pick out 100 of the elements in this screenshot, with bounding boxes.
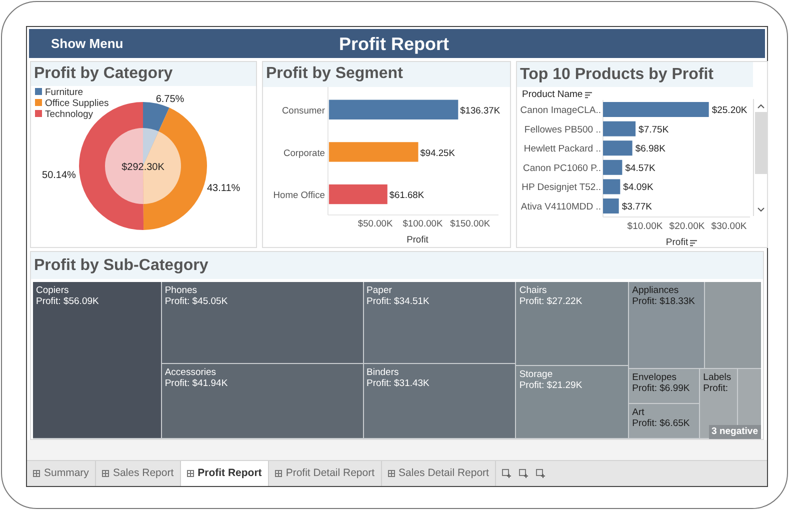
bar [603,179,620,194]
legend-swatch [35,88,42,95]
axis-title: Profit [406,234,428,244]
treemap-tile[interactable]: Phones Profit: $45.05K [162,282,364,364]
tile-label: Phones [164,285,198,296]
tile-label: Storage [519,369,554,380]
axis-tick-label: $150.00K [450,218,490,228]
panel-title: Profit by Segment [266,64,403,84]
tile-label: Appliances [632,285,680,296]
value-label: $6.98K [635,144,666,155]
category-label: Hewlett Packard .. [524,144,601,155]
category-label: Ativa V4110MDD .. [520,202,601,212]
tile-value: Profit: $34.51K [366,296,430,307]
tile-value: Profit: $27.22K [519,296,584,307]
value-label: $61.68K [389,190,424,200]
bar [328,184,388,204]
tile-label: Accessories [164,367,218,378]
sheet-tab[interactable]: Sales Detail Report [382,461,496,486]
value-label: $7.75K [638,124,669,136]
panel-title: Profit by Sub-Category [34,256,208,276]
treemap-tile[interactable]: Appliances Profit: $18.33K [629,282,706,369]
sheet-tab[interactable]: Profit Detail Report [268,461,382,486]
axis-tick-label: $10.00K [627,221,663,232]
sort-icon[interactable] [690,240,697,246]
value-label: $4.57K [625,162,656,174]
treemap-tile[interactable]: Paper Profit: $34.51K [364,282,516,364]
value-label: $136.37K [460,105,500,116]
axis-tick-label: $30.00K [711,221,747,232]
panel-title: Top 10 Products by Profit [520,64,714,84]
tile-label: Binders [366,367,400,378]
grid-icon [102,470,109,477]
treemap-tile[interactable]: Accessories Profit: $41.94K [162,364,364,439]
grid-icon [388,470,395,477]
axis-title: Profit [666,237,688,248]
value-label: $3.77K [622,202,652,212]
treemap-tile[interactable]: Envelopes Profit: $6.99K [629,369,700,404]
treemap-tile[interactable]: Binders Profit: $31.43K [364,364,516,439]
tile-value: Profit: $21.29K [519,380,584,391]
treemap-tile[interactable]: Art Profit: $6.65K [629,404,700,439]
value-label: $94.25K [420,147,455,158]
tile-value: Profit: $18.33K [632,296,696,307]
tile-label: Art [632,407,646,418]
add-sheet-icon[interactable] [518,469,528,478]
negative-count-tooltip: 3 negative [708,425,761,439]
bar [603,198,619,214]
bar [603,121,636,136]
chevron-up-icon[interactable] [756,103,764,109]
data-label: 50.14% [42,170,76,181]
bar [603,160,622,175]
axis-tick-label: $100.00K [402,218,443,228]
tile-label: Labels [703,372,732,383]
panel-title: Profit by Category [34,64,173,84]
tile-value: Profit: $6.99K [632,383,691,394]
bar [603,140,632,156]
tile-label: Chairs [519,285,548,296]
treemap-tile[interactable]: Storage Profit: $21.29K [516,366,630,439]
scrollbar-thumb[interactable] [754,112,766,174]
tile-label: Paper [366,285,393,296]
add-sheet-icon[interactable] [536,469,545,478]
legend-swatch [35,110,42,117]
grid-icon [186,470,194,477]
treemap-tile[interactable]: Copiers Profit: $56.09K [33,282,162,439]
category-label: Corporate [284,147,325,158]
sort-icon[interactable] [585,92,592,98]
tile-value: Profit: [703,383,729,394]
treemap-tile[interactable]: Chairs Profit: $27.22K [516,282,630,366]
chevron-down-icon[interactable] [756,207,764,213]
sheet-tab[interactable]: Profit Report [180,461,269,486]
show-menu-button[interactable]: Show Menu [51,34,124,54]
grid-icon [33,470,40,477]
tile-value: Profit: $6.65K [632,418,691,429]
data-label: 6.75% [156,94,184,105]
category-label: Consumer [282,105,325,116]
category-label: Canon PC1060 P.. [523,162,601,174]
legend-label: Furniture [45,87,84,98]
tile-label: Envelopes [632,372,678,383]
tile-label: Copiers [36,285,70,296]
donut-center-label: $292.30K [122,162,164,173]
value-label: $4.09K [623,182,654,194]
category-label: Canon ImageCLA.. [520,105,601,116]
tile-value: Profit: $56.09K [36,296,100,307]
grid-icon [274,470,282,477]
sheet-tab[interactable]: Summary [27,461,96,486]
legend-label: Office Supplies [45,98,109,109]
tile-value: Profit: $45.05K [164,296,229,307]
category-label: HP Designjet T52.. [522,182,601,194]
legend-swatch [35,99,42,106]
treemap-tile[interactable] [705,282,761,369]
axis-title: Product Name [522,89,583,100]
data-label: 43.11% [207,183,240,194]
value-label: $25.20K [712,105,748,116]
category-label: Fellowes PB500 .. [524,124,601,136]
legend-label: Technology [45,109,94,120]
axis-tick-label: $50.00K [358,218,393,228]
dashboard-title: Profit Report [339,33,449,56]
axis-tick-label: $20.00K [669,221,705,232]
tile-value: Profit: $41.94K [164,378,229,389]
add-sheet-icon[interactable] [502,469,511,478]
category-label: Home Office [273,190,325,200]
tile-value: Profit: $31.43K [366,378,430,389]
